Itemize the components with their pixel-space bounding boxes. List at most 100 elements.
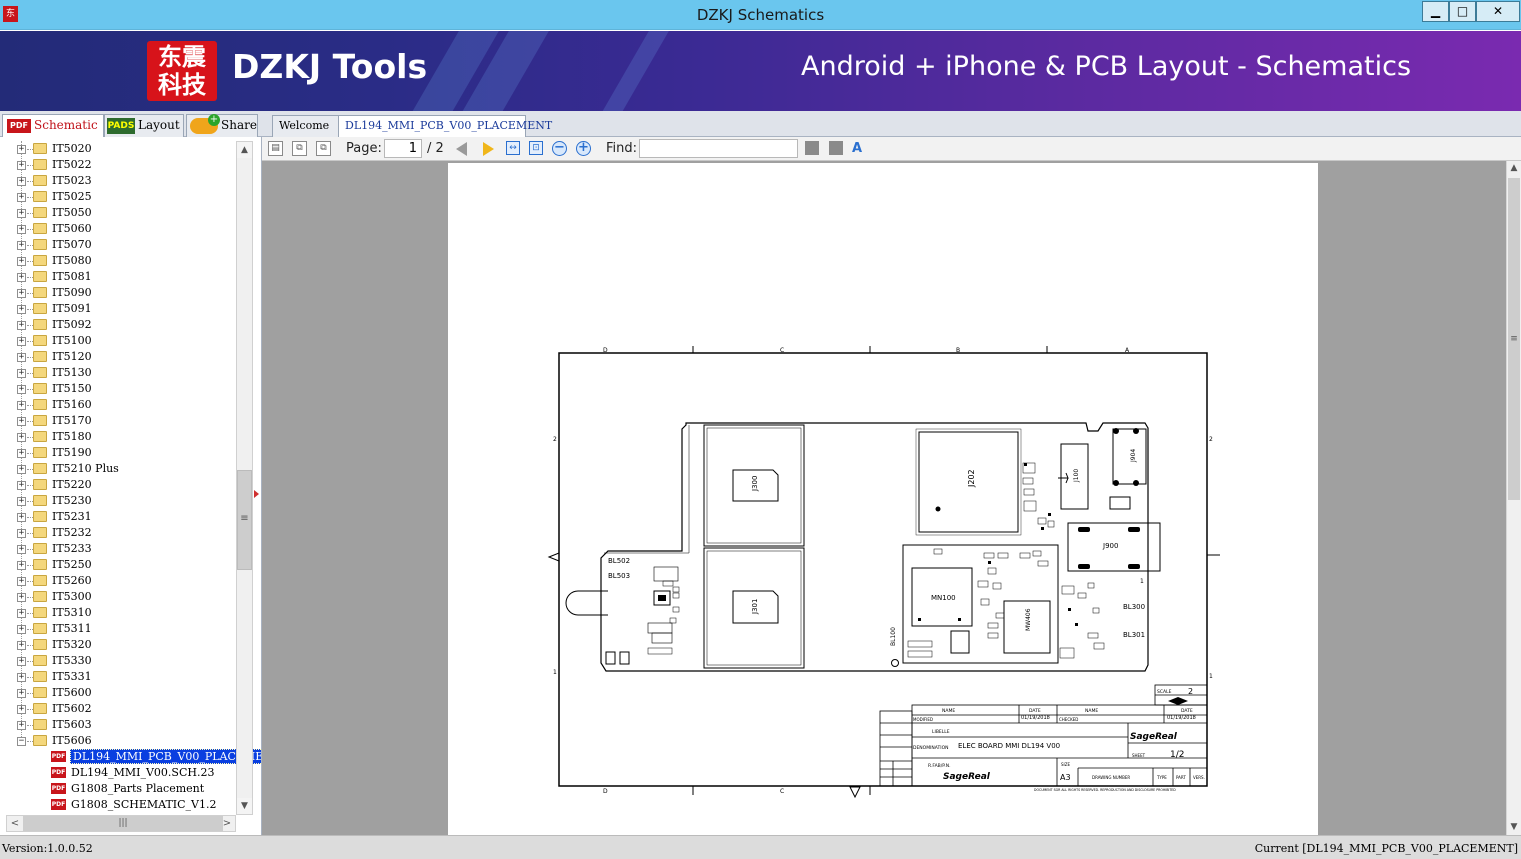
tree-folder[interactable]: + IT5081 — [0, 269, 236, 285]
find-next-icon[interactable] — [829, 141, 843, 155]
tree-folder[interactable]: + IT5220 — [0, 477, 236, 493]
tree-folder[interactable]: + IT5210 Plus — [0, 461, 236, 477]
expand-icon[interactable]: + — [17, 161, 26, 170]
expand-icon[interactable]: + — [17, 417, 26, 426]
scroll-up-icon[interactable]: ▲ — [1507, 161, 1521, 176]
tree-folder[interactable]: + IT5260 — [0, 573, 236, 589]
expand-icon[interactable]: + — [17, 177, 26, 186]
tab-document[interactable]: DL194_MMI_PCB_V00_PLACEMENT× — [338, 115, 552, 152]
tree-folder[interactable]: + IT5233 — [0, 541, 236, 557]
tree-folder[interactable]: + IT5023 — [0, 173, 236, 189]
expand-icon[interactable]: + — [17, 577, 26, 586]
tree-folder[interactable]: + IT5100 — [0, 333, 236, 349]
expand-icon[interactable]: + — [17, 705, 26, 714]
document-viewer[interactable]: D C B A D C 2 2 1 1 J300 J301 BL502 BL50… — [262, 161, 1506, 835]
tree-file[interactable]: PDF DL194_MMI_PCB_V00_PLACEMENT — [0, 749, 261, 765]
tree-folder[interactable]: + IT5060 — [0, 221, 236, 237]
tree-folder[interactable]: + IT5020 — [0, 141, 236, 157]
tree-folder[interactable]: + IT5250 — [0, 557, 236, 573]
tree-folder[interactable]: + IT5190 — [0, 445, 236, 461]
page-number-input[interactable]: 1 — [384, 139, 422, 158]
highlight-icon[interactable]: A — [852, 140, 862, 158]
expand-icon[interactable]: + — [17, 321, 26, 330]
tree-folder[interactable]: + IT5070 — [0, 237, 236, 253]
zoom-in-icon[interactable]: + — [576, 141, 591, 156]
tree-folder[interactable]: + IT5180 — [0, 429, 236, 445]
tree-folder[interactable]: + IT5092 — [0, 317, 236, 333]
expand-icon[interactable]: + — [17, 513, 26, 522]
expand-icon[interactable]: + — [17, 401, 26, 410]
zoom-out-icon[interactable]: − — [552, 141, 567, 156]
fit-page-icon[interactable]: ⊡ — [529, 141, 543, 155]
find-input[interactable] — [639, 139, 798, 158]
tree-folder[interactable]: + IT5603 — [0, 717, 236, 733]
two-page-icon[interactable]: ⧉ — [316, 141, 331, 156]
expand-icon[interactable]: + — [17, 337, 26, 346]
tree-file[interactable]: PDF DL194_MMI_V00.SCH.23 — [0, 765, 236, 781]
expand-icon[interactable]: + — [17, 449, 26, 458]
scroll-thumb[interactable]: ≡ — [237, 470, 252, 570]
tree-folder[interactable]: + IT5160 — [0, 397, 236, 413]
expand-icon[interactable]: + — [17, 273, 26, 282]
splitter-toggle-icon[interactable] — [254, 490, 259, 498]
minimize-button[interactable]: ▁ — [1422, 1, 1449, 22]
scroll-up-icon[interactable]: ▲ — [237, 142, 252, 158]
tab-welcome[interactable]: Welcome — [272, 115, 340, 137]
collapse-icon[interactable]: − — [17, 737, 26, 746]
tree-folder[interactable]: + IT5331 — [0, 669, 236, 685]
expand-icon[interactable]: + — [17, 225, 26, 234]
find-previous-icon[interactable] — [805, 141, 819, 155]
tree-folder[interactable]: + IT5310 — [0, 605, 236, 621]
tree-file[interactable]: PDF G1808_SCHEMATIC_V1.2 — [0, 797, 236, 813]
tree-file[interactable]: PDF G1808_Parts Placement — [0, 781, 236, 797]
tab-schematic[interactable]: PDF Schematic — [2, 114, 104, 138]
expand-icon[interactable]: + — [17, 145, 26, 154]
tree-folder[interactable]: + IT5150 — [0, 381, 236, 397]
expand-icon[interactable]: + — [17, 625, 26, 634]
expand-icon[interactable]: + — [17, 241, 26, 250]
expand-icon[interactable]: + — [17, 465, 26, 474]
fit-width-icon[interactable]: ↔ — [506, 141, 520, 155]
scroll-down-icon[interactable]: ▼ — [1507, 820, 1521, 835]
scroll-thumb[interactable]: ||| — [23, 816, 223, 831]
open-document-icon[interactable]: ▤ — [268, 141, 283, 156]
tree-folder[interactable]: + IT5170 — [0, 413, 236, 429]
tree-folder[interactable]: + IT5330 — [0, 653, 236, 669]
tab-layout[interactable]: PADS Layout — [104, 114, 184, 137]
expand-icon[interactable]: + — [17, 657, 26, 666]
expand-icon[interactable]: + — [17, 209, 26, 218]
tree-folder[interactable]: + IT5230 — [0, 493, 236, 509]
tree-folder[interactable]: + IT5091 — [0, 301, 236, 317]
expand-icon[interactable]: + — [17, 497, 26, 506]
expand-icon[interactable]: + — [17, 305, 26, 314]
previous-page-icon[interactable] — [456, 142, 467, 156]
expand-icon[interactable]: + — [17, 385, 26, 394]
expand-icon[interactable]: + — [17, 529, 26, 538]
tree-horizontal-scrollbar[interactable]: < ||| > — [6, 815, 236, 832]
scroll-left-icon[interactable]: < — [7, 816, 23, 831]
expand-icon[interactable]: + — [17, 353, 26, 362]
expand-icon[interactable]: + — [17, 433, 26, 442]
tree-folder-expanded[interactable]: − IT5606 — [0, 733, 236, 749]
expand-icon[interactable]: + — [17, 673, 26, 682]
expand-icon[interactable]: + — [17, 545, 26, 554]
tab-share[interactable]: Share — [186, 113, 258, 137]
scroll-right-icon[interactable]: > — [219, 816, 235, 831]
tree-folder[interactable]: + IT5080 — [0, 253, 236, 269]
expand-icon[interactable]: + — [17, 193, 26, 202]
tree-folder[interactable]: + IT5090 — [0, 285, 236, 301]
tree-folder[interactable]: + IT5050 — [0, 205, 236, 221]
expand-icon[interactable]: + — [17, 721, 26, 730]
expand-icon[interactable]: + — [17, 689, 26, 698]
expand-icon[interactable]: + — [17, 641, 26, 650]
scroll-down-icon[interactable]: ▼ — [237, 798, 252, 814]
tree-folder[interactable]: + IT5120 — [0, 349, 236, 365]
tree-folder[interactable]: + IT5600 — [0, 685, 236, 701]
expand-icon[interactable]: + — [17, 257, 26, 266]
expand-icon[interactable]: + — [17, 289, 26, 298]
tree-folder[interactable]: + IT5311 — [0, 621, 236, 637]
tree-folder[interactable]: + IT5320 — [0, 637, 236, 653]
next-page-icon[interactable] — [483, 142, 494, 156]
tree-folder[interactable]: + IT5130 — [0, 365, 236, 381]
close-button[interactable]: ✕ — [1476, 1, 1520, 22]
